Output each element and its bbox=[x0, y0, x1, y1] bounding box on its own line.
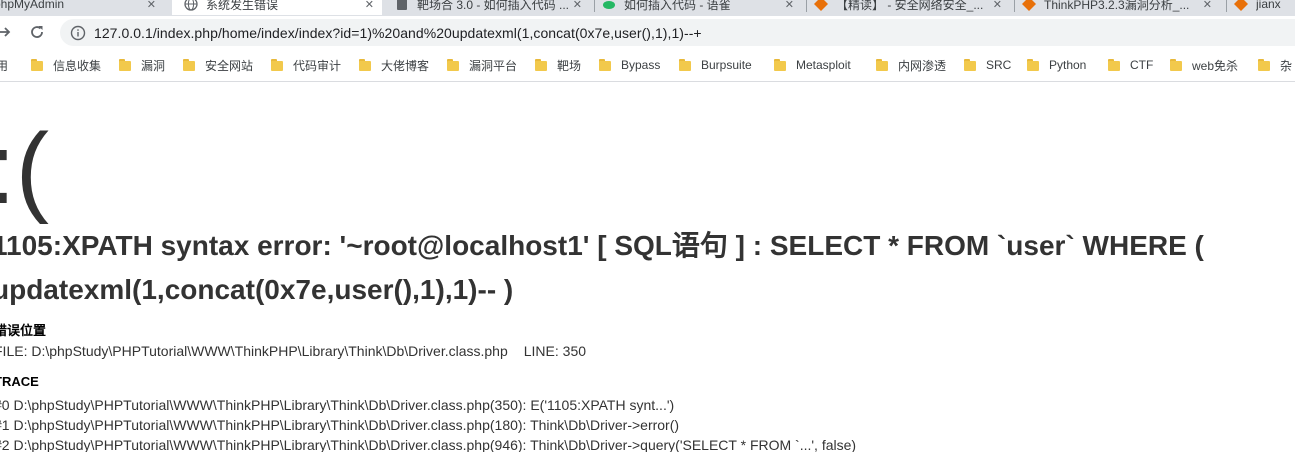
bookmark-folder[interactable]: 漏洞 bbox=[119, 57, 165, 73]
bookmark-label: 内网渗透 bbox=[898, 58, 947, 73]
info-icon[interactable] bbox=[70, 25, 86, 41]
browser-toolbar: 127.0.0.1/index.php/home/index/index?id=… bbox=[0, 16, 1295, 49]
tab-separator bbox=[1226, 0, 1227, 12]
trace-line: #0 D:\phpStudy\PHPTutorial\WWW\ThinkPHP\… bbox=[0, 397, 675, 413]
page-icon bbox=[395, 0, 409, 11]
bookmark-label: 信息收集 bbox=[53, 58, 102, 73]
bookmark-label: Metasploit bbox=[796, 58, 851, 72]
yuque-icon bbox=[602, 0, 616, 11]
bookmark-label: 大佬博客 bbox=[381, 58, 430, 73]
folder-icon bbox=[535, 59, 547, 71]
folder-icon bbox=[1170, 59, 1182, 71]
site-logo-icon bbox=[1234, 0, 1248, 11]
folder-icon bbox=[359, 59, 371, 71]
error-line-number: LINE: 350 bbox=[523, 343, 587, 359]
tab-close-icon[interactable]: ✕ bbox=[147, 0, 156, 11]
folder-icon bbox=[119, 59, 131, 71]
bookmark-label: 漏洞 bbox=[141, 58, 166, 73]
tab-yuque-2[interactable]: 如何插入代码 - 语雀 ✕ bbox=[602, 0, 802, 15]
folder-icon bbox=[31, 59, 43, 71]
bookmarks-bar: 用 信息收集 漏洞 安全网站 代码审计 大佬博客 漏洞平台 靶场 Bypass … bbox=[0, 49, 1295, 82]
bookmark-label: 安全网站 bbox=[205, 58, 254, 73]
trace-line: #1 D:\phpStudy\PHPTutorial\WWW\ThinkPHP\… bbox=[0, 417, 680, 433]
folder-icon bbox=[1108, 59, 1120, 71]
tab-title: 靶场合 3.0 - 如何插入代码 ... bbox=[417, 0, 570, 12]
bookmark-label: 用 bbox=[0, 57, 8, 74]
bookmark-folder[interactable]: 靶场 bbox=[535, 57, 581, 73]
tab-title: ThinkPHP3.2.3漏洞分析_... bbox=[1044, 0, 1190, 12]
tab-article-2[interactable]: ThinkPHP3.2.3漏洞分析_... ✕ bbox=[1022, 0, 1220, 15]
folder-icon bbox=[679, 59, 691, 71]
sad-face-emoticon: :( bbox=[0, 113, 50, 225]
bookmark-folder[interactable]: web免杀 bbox=[1170, 57, 1238, 73]
tab-yuque-1[interactable]: 靶场合 3.0 - 如何插入代码 ... ✕ bbox=[395, 0, 590, 15]
tab-title: phpMyAdmin bbox=[0, 0, 65, 11]
error-page: :( 1105:XPATH syntax error: '~root@local… bbox=[0, 82, 1295, 452]
forward-arrow-icon[interactable] bbox=[0, 22, 14, 42]
bookmark-label: 代码审计 bbox=[293, 58, 342, 73]
bookmark-folder[interactable]: Burpsuite bbox=[679, 57, 752, 73]
folder-icon bbox=[1258, 59, 1270, 71]
folder-icon bbox=[599, 59, 611, 71]
tab-article-3[interactable]: jianx bbox=[1234, 0, 1295, 15]
error-file-line: FILE: D:\phpStudy\PHPTutorial\WWW\ThinkP… bbox=[0, 343, 586, 359]
tab-close-icon[interactable]: ✕ bbox=[365, 0, 374, 11]
tab-title: jianx bbox=[1256, 0, 1281, 11]
tab-close-icon[interactable]: ✕ bbox=[785, 0, 794, 11]
bookmark-folder[interactable]: 大佬博客 bbox=[359, 57, 429, 73]
bookmark-label: web免杀 bbox=[1192, 58, 1239, 73]
trace-line: #2 D:\phpStudy\PHPTutorial\WWW\ThinkPHP\… bbox=[0, 437, 857, 452]
folder-icon bbox=[183, 59, 195, 71]
tab-close-icon[interactable]: ✕ bbox=[993, 0, 1002, 11]
tab-active-error[interactable]: 系统发生错误 ✕ bbox=[172, 0, 382, 15]
bookmark-folder[interactable]: 杂 bbox=[1258, 57, 1292, 73]
tab-close-icon[interactable]: ✕ bbox=[573, 0, 582, 11]
bookmark-label: SRC bbox=[986, 58, 1012, 72]
tab-phpmyadmin[interactable]: phpMyAdmin ✕ bbox=[0, 0, 164, 15]
bookmark-folder[interactable]: Metasploit bbox=[774, 57, 851, 73]
folder-icon bbox=[1027, 59, 1039, 71]
folder-icon bbox=[271, 59, 283, 71]
bookmark-label: Python bbox=[1049, 58, 1087, 72]
bookmark-folder[interactable]: Bypass bbox=[599, 57, 660, 73]
error-message: 1105:XPATH syntax error: '~root@localhos… bbox=[0, 230, 1204, 305]
bookmark-label: 靶场 bbox=[557, 58, 582, 73]
bookmark-folder[interactable]: 安全网站 bbox=[183, 57, 253, 73]
tab-title: 【精读】 - 安全网络安全_... bbox=[836, 0, 984, 12]
folder-icon bbox=[876, 59, 888, 71]
folder-icon bbox=[774, 59, 786, 71]
trace-heading: TRACE bbox=[0, 374, 39, 389]
folder-icon bbox=[964, 59, 976, 71]
bookmark-folder[interactable]: 信息收集 bbox=[31, 57, 101, 73]
tab-separator bbox=[806, 0, 807, 12]
bookmark-folder[interactable]: 内网渗透 bbox=[876, 57, 946, 73]
tab-strip: phpMyAdmin ✕ 系统发生错误 ✕ 靶场合 3.0 - 如何插入代码 .… bbox=[0, 0, 1295, 16]
bookmark-folder[interactable]: CTF bbox=[1108, 57, 1153, 73]
bookmark-label: Burpsuite bbox=[701, 58, 752, 72]
bookmark-folder[interactable]: 代码审计 bbox=[271, 57, 341, 73]
tab-title: 如何插入代码 - 语雀 bbox=[624, 0, 731, 12]
bookmark-folder[interactable]: 漏洞平台 bbox=[447, 57, 517, 73]
bookmark-label: 杂 bbox=[1280, 58, 1293, 73]
bookmark-folder[interactable]: Python bbox=[1027, 57, 1086, 73]
globe-icon bbox=[184, 0, 198, 11]
url-text[interactable]: 127.0.0.1/index.php/home/index/index?id=… bbox=[94, 25, 702, 41]
bookmark-folder[interactable]: SRC bbox=[964, 57, 1011, 73]
site-logo-icon bbox=[1022, 0, 1036, 11]
tab-close-icon[interactable]: ✕ bbox=[1203, 0, 1212, 11]
tab-title: 系统发生错误 bbox=[206, 0, 279, 12]
error-file-path: FILE: D:\phpStudy\PHPTutorial\WWW\ThinkP… bbox=[0, 343, 508, 359]
tab-separator bbox=[594, 0, 595, 12]
tab-separator bbox=[1014, 0, 1015, 12]
tab-article-1[interactable]: 【精读】 - 安全网络安全_... ✕ bbox=[814, 0, 1010, 15]
reload-icon[interactable] bbox=[27, 22, 47, 42]
address-bar[interactable]: 127.0.0.1/index.php/home/index/index?id=… bbox=[60, 19, 1295, 46]
folder-icon bbox=[447, 59, 459, 71]
bookmark-apps[interactable]: 用 bbox=[0, 57, 8, 73]
error-location-heading: 错误位置 bbox=[0, 323, 47, 338]
bookmark-label: CTF bbox=[1130, 58, 1154, 72]
site-logo-icon bbox=[814, 0, 828, 11]
bookmark-label: 漏洞平台 bbox=[469, 58, 518, 73]
bookmark-label: Bypass bbox=[621, 58, 661, 72]
